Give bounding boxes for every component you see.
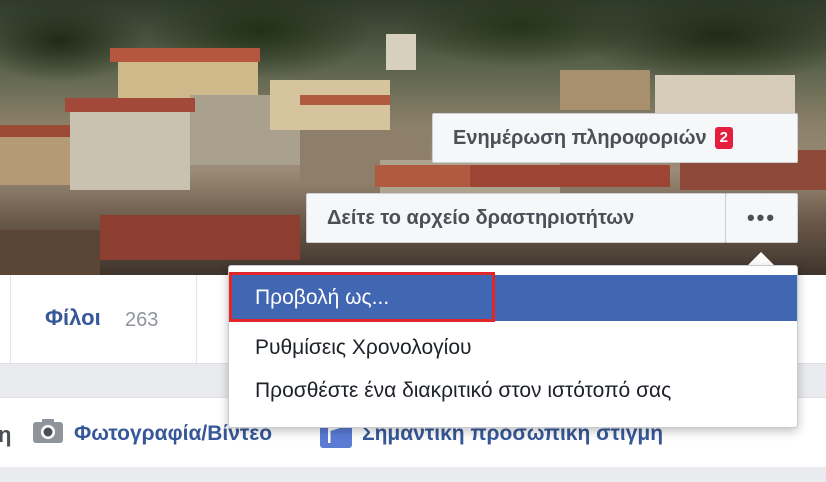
menu-item-timeline-settings[interactable]: Ρυθμίσεις Χρονολογίου bbox=[229, 325, 797, 371]
more-options-menu: Προβολή ως... Ρυθμίσεις Χρονολογίου Προσ… bbox=[228, 265, 798, 428]
update-info-badge: 2 bbox=[714, 127, 733, 149]
cover-roof bbox=[65, 98, 195, 112]
menu-item-add-badge[interactable]: Προσθέστε ένα διακριτικό στον ιστότοπό σ… bbox=[229, 368, 797, 414]
cover-roof bbox=[110, 48, 260, 62]
cover-roof bbox=[375, 165, 470, 187]
nav-divider bbox=[10, 275, 11, 363]
cover-roof bbox=[0, 230, 100, 275]
menu-item-view-as[interactable]: Προβολή ως... bbox=[229, 275, 797, 321]
page-background-strip bbox=[0, 467, 826, 482]
cover-building bbox=[386, 34, 416, 70]
camera-icon bbox=[33, 419, 63, 443]
cover-building bbox=[70, 110, 190, 190]
nav-divider bbox=[196, 275, 197, 363]
cover-roof bbox=[300, 95, 390, 105]
activity-log-button[interactable]: Δείτε το αρχείο δραστηριοτήτων bbox=[306, 193, 726, 243]
more-dots-icon: ••• bbox=[746, 205, 777, 230]
tab-friends[interactable]: Φίλοι bbox=[45, 305, 101, 331]
cover-roof bbox=[100, 215, 300, 260]
cover-roof bbox=[0, 125, 70, 137]
menu-item-label: Προσθέστε ένα διακριτικό στον ιστότοπό σ… bbox=[255, 379, 672, 402]
cover-building bbox=[560, 70, 650, 110]
friends-count: 263 bbox=[125, 309, 159, 331]
cover-building bbox=[270, 80, 390, 130]
composer-cut-label[interactable]: η bbox=[0, 422, 11, 448]
update-info-label: Ενημέρωση πληροφοριών bbox=[453, 126, 707, 149]
menu-item-label: Ρυθμίσεις Χρονολογίου bbox=[255, 336, 472, 359]
cover-roof bbox=[470, 165, 670, 187]
more-options-button[interactable]: ••• bbox=[725, 193, 798, 243]
update-info-button[interactable]: Ενημέρωση πληροφοριών 2 bbox=[432, 113, 798, 163]
menu-item-label: Προβολή ως... bbox=[255, 286, 390, 309]
activity-log-label: Δείτε το αρχείο δραστηριοτήτων bbox=[327, 206, 635, 229]
menu-caret bbox=[748, 252, 774, 265]
